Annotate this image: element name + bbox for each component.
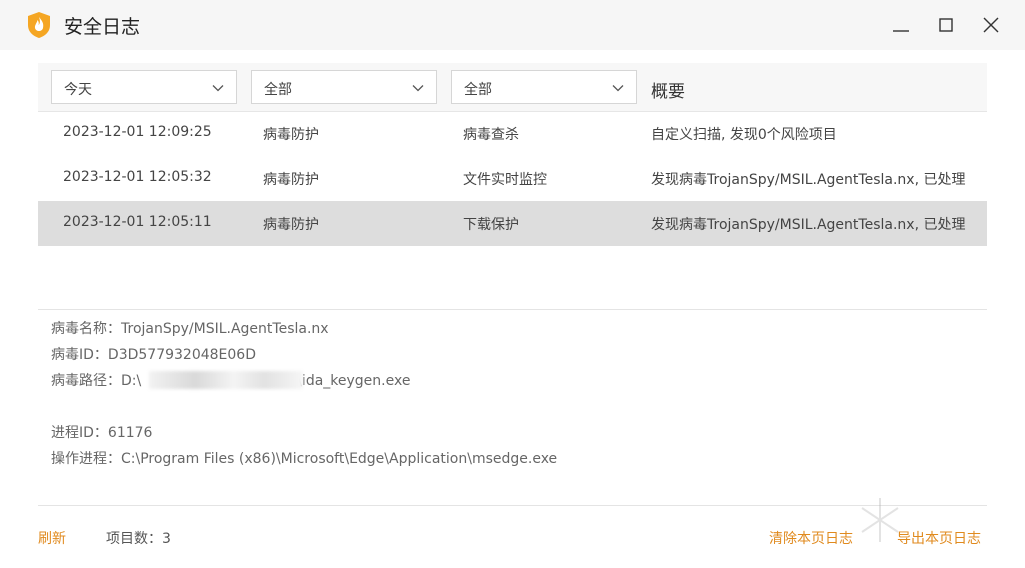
date-filter-value: 今天 xyxy=(64,82,92,98)
maximize-icon xyxy=(939,18,953,32)
summary-column-header: 概要 xyxy=(651,82,685,102)
chevron-down-icon xyxy=(612,85,624,92)
refresh-link[interactable]: 刷新 xyxy=(38,528,66,548)
chevron-down-icon xyxy=(412,85,424,92)
title-bar: 安全日志 xyxy=(0,0,1025,50)
log-time: 2023-12-01 12:05:32 xyxy=(63,169,212,185)
filter-header-bar: 今天 全部 全部 概要 xyxy=(38,63,987,112)
footer-divider xyxy=(38,505,987,506)
maximize-button[interactable] xyxy=(934,13,958,37)
minimize-button[interactable] xyxy=(889,13,913,37)
minimize-icon xyxy=(893,30,909,32)
category-filter-value: 全部 xyxy=(264,82,292,98)
log-source: 病毒查杀 xyxy=(463,127,519,143)
log-source: 文件实时监控 xyxy=(463,172,547,188)
log-category: 病毒防护 xyxy=(263,127,319,143)
snowflake-watermark-icon xyxy=(861,498,899,542)
date-filter-dropdown[interactable]: 今天 xyxy=(51,70,237,104)
shield-flame-logo-icon xyxy=(28,12,50,38)
log-row[interactable]: 2023-12-01 12:05:32 病毒防护 文件实时监控 发现病毒Troj… xyxy=(38,156,987,201)
detail-virus-id: 病毒ID：D3D577932048E06D xyxy=(51,347,256,363)
window-title: 安全日志 xyxy=(64,16,141,38)
source-filter-dropdown[interactable]: 全部 xyxy=(451,70,637,104)
detail-virus-name: 病毒名称：TrojanSpy/MSIL.AgentTesla.nx xyxy=(51,321,329,337)
detail-divider xyxy=(38,309,987,310)
close-button[interactable] xyxy=(979,13,1003,37)
chevron-down-icon xyxy=(212,85,224,92)
source-filter-value: 全部 xyxy=(464,82,492,98)
detail-process: 操作进程：C:\Program Files (x86)\Microsoft\Ed… xyxy=(51,451,558,467)
log-summary: 自定义扫描, 发现0个风险项目 xyxy=(651,127,837,143)
detail-process-id: 进程ID：61176 xyxy=(51,425,153,441)
log-time: 2023-12-01 12:09:25 xyxy=(63,124,212,140)
virus-path-prefix: 病毒路径：D:\ xyxy=(51,373,142,389)
log-source: 下载保护 xyxy=(463,217,519,233)
virus-path-suffix: \ida_keygen.exe xyxy=(297,373,411,389)
log-row-selected[interactable]: 2023-12-01 12:05:11 病毒防护 下载保护 发现病毒Trojan… xyxy=(38,201,987,246)
item-count: 项目数：3 xyxy=(106,531,171,547)
close-icon xyxy=(983,17,999,33)
log-time: 2023-12-01 12:05:11 xyxy=(63,214,212,230)
redaction-blur xyxy=(149,371,303,389)
log-category: 病毒防护 xyxy=(263,172,319,188)
log-category: 病毒防护 xyxy=(263,217,319,233)
clear-page-log-link[interactable]: 清除本页日志 xyxy=(769,528,853,548)
log-row[interactable]: 2023-12-01 12:09:25 病毒防护 病毒查杀 自定义扫描, 发现0… xyxy=(38,111,987,156)
log-summary: 发现病毒TrojanSpy/MSIL.AgentTesla.nx, 已处理 xyxy=(651,217,966,233)
category-filter-dropdown[interactable]: 全部 xyxy=(251,70,437,104)
log-summary: 发现病毒TrojanSpy/MSIL.AgentTesla.nx, 已处理 xyxy=(651,172,966,188)
